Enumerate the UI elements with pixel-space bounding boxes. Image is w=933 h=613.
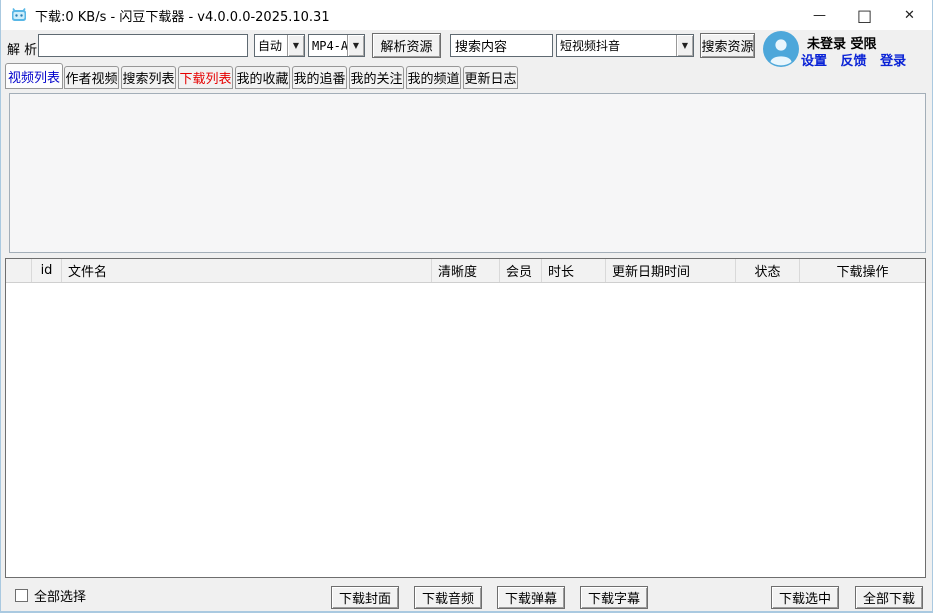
app-window: 下载:0 KB/s - 闪豆下载器 - v4.0.0.0-2025.10.31 … bbox=[0, 0, 933, 613]
column-header-status[interactable]: 状态 bbox=[736, 259, 800, 282]
app-logo-icon bbox=[11, 7, 27, 23]
column-header-id[interactable]: id bbox=[32, 259, 62, 282]
download-subtitle-button[interactable]: 下载字幕 bbox=[580, 586, 648, 609]
tab-video-list[interactable]: 视频列表 bbox=[5, 63, 63, 89]
column-header-update-time[interactable]: 更新日期时间 bbox=[606, 259, 736, 282]
parse-resource-button[interactable]: 解析资源 bbox=[372, 33, 441, 58]
table-header-row: id 文件名 清晰度 会员 时长 更新日期时间 状态 下载操作 bbox=[6, 259, 925, 283]
window-title: 下载:0 KB/s - 闪豆下载器 - v4.0.0.0-2025.10.31 bbox=[35, 6, 330, 25]
column-header-duration[interactable]: 时长 bbox=[542, 259, 606, 282]
tab-my-channels[interactable]: 我的频道 bbox=[406, 66, 461, 89]
select-all-label: 全部选择 bbox=[34, 586, 86, 605]
video-list-panel bbox=[9, 93, 926, 253]
download-selected-button[interactable]: 下载选中 bbox=[771, 586, 839, 609]
site-select[interactable]: 短视频抖音 ▼ bbox=[556, 34, 694, 57]
format-select-value: MP4-AVC bbox=[309, 35, 347, 56]
quality-select[interactable]: 自动 ▼ bbox=[254, 34, 305, 57]
minimize-button[interactable]: — bbox=[797, 0, 842, 30]
table-body-empty bbox=[6, 283, 925, 577]
select-all-checkbox[interactable] bbox=[15, 589, 28, 602]
download-all-button[interactable]: 全部下载 bbox=[855, 586, 923, 609]
format-select[interactable]: MP4-AVC ▼ bbox=[308, 34, 365, 57]
download-cover-button[interactable]: 下载封面 bbox=[331, 586, 399, 609]
tab-my-favorites[interactable]: 我的收藏 bbox=[235, 66, 290, 89]
user-avatar-icon[interactable] bbox=[763, 31, 799, 67]
close-button[interactable]: ✕ bbox=[887, 0, 932, 30]
chevron-down-icon[interactable]: ▼ bbox=[287, 35, 304, 56]
footer-bar: 全部选择 下载封面 下载音频 下载弹幕 下载字幕 下载选中 全部下载 bbox=[1, 578, 932, 611]
settings-link[interactable]: 设置 bbox=[801, 54, 827, 69]
select-all-control: 全部选择 bbox=[15, 586, 86, 605]
search-input[interactable] bbox=[450, 34, 553, 57]
results-table: id 文件名 清晰度 会员 时长 更新日期时间 状态 下载操作 bbox=[5, 258, 926, 578]
chevron-down-icon[interactable]: ▼ bbox=[347, 35, 364, 56]
feedback-link[interactable]: 反馈 bbox=[841, 54, 867, 69]
parse-label: 解 析: bbox=[7, 39, 42, 58]
quality-select-value: 自动 bbox=[255, 35, 287, 56]
tab-search-list[interactable]: 搜索列表 bbox=[121, 66, 176, 89]
tab-download-list[interactable]: 下载列表 bbox=[178, 66, 233, 89]
search-resource-button[interactable]: 搜索资源 bbox=[700, 33, 755, 58]
window-controls: — □ ✕ bbox=[797, 0, 932, 30]
account-links: 设置 反馈 登录 bbox=[801, 50, 915, 69]
login-link[interactable]: 登录 bbox=[880, 54, 906, 69]
column-header-vip[interactable]: 会员 bbox=[500, 259, 542, 282]
title-bar: 下载:0 KB/s - 闪豆下载器 - v4.0.0.0-2025.10.31 … bbox=[1, 0, 932, 30]
chevron-down-icon[interactable]: ▼ bbox=[676, 35, 693, 56]
parse-url-input[interactable] bbox=[38, 34, 248, 57]
tab-my-follows[interactable]: 我的关注 bbox=[349, 66, 404, 89]
download-audio-button[interactable]: 下载音频 bbox=[414, 586, 482, 609]
column-header-select[interactable] bbox=[6, 259, 32, 282]
tab-author-videos[interactable]: 作者视频 bbox=[64, 66, 119, 89]
column-header-filename[interactable]: 文件名 bbox=[62, 259, 432, 282]
download-danmaku-button[interactable]: 下载弹幕 bbox=[497, 586, 565, 609]
maximize-button[interactable]: □ bbox=[842, 0, 887, 30]
column-header-download-actions[interactable]: 下载操作 bbox=[800, 259, 925, 282]
tab-changelog[interactable]: 更新日志 bbox=[463, 66, 518, 89]
tab-my-bangumi[interactable]: 我的追番 bbox=[292, 66, 347, 89]
site-select-value: 短视频抖音 bbox=[557, 35, 676, 56]
column-header-quality[interactable]: 清晰度 bbox=[432, 259, 500, 282]
